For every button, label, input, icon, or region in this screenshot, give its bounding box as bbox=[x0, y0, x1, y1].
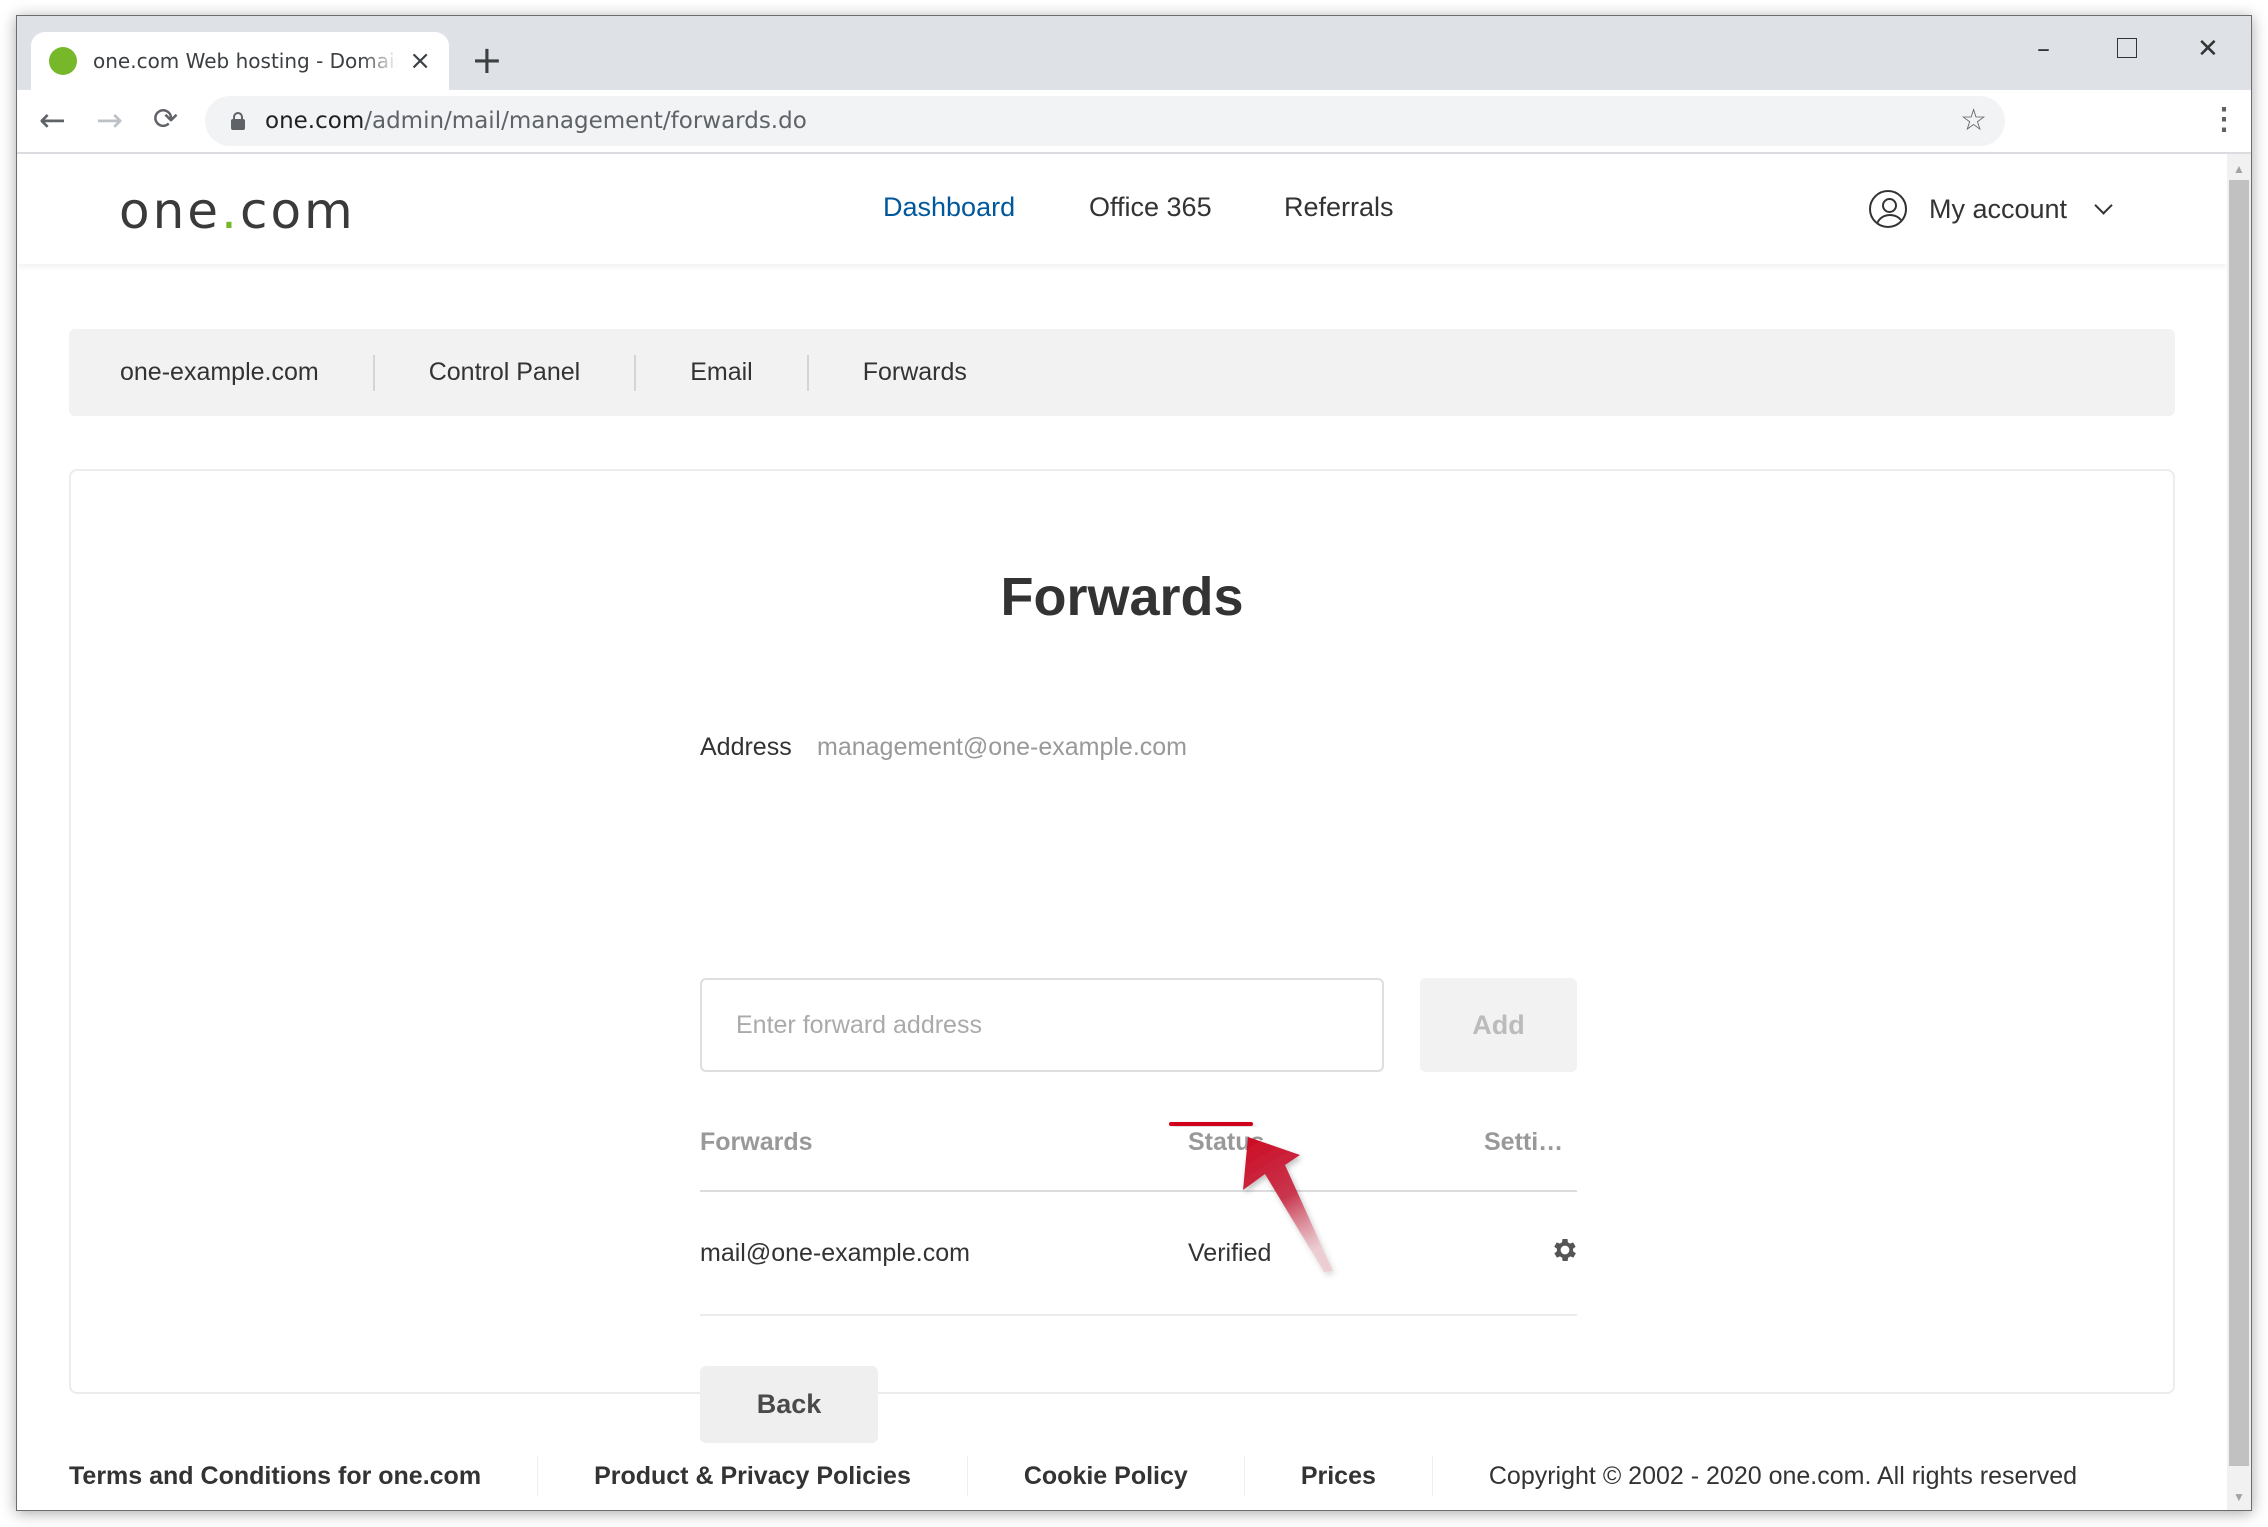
new-tab-button[interactable]: + bbox=[471, 40, 503, 80]
bookmark-star-icon[interactable]: ☆ bbox=[1960, 102, 1987, 140]
nav-office-365[interactable]: Office 365 bbox=[1089, 192, 1212, 223]
address-value: management@one-example.com bbox=[817, 733, 1188, 761]
user-avatar-icon bbox=[1869, 190, 1907, 228]
page-viewport: one.com Dashboard Office 365 Referrals M… bbox=[17, 154, 2227, 1510]
chevron-down-icon bbox=[2094, 195, 2113, 215]
breadcrumb-forwards: Forwards bbox=[862, 358, 967, 386]
address-label: Address bbox=[700, 733, 792, 761]
forward-address-input[interactable] bbox=[700, 978, 1384, 1072]
table-header-divider bbox=[700, 1190, 1577, 1192]
column-header-settings: Setti… bbox=[1484, 1128, 1564, 1156]
tab-close-icon[interactable]: × bbox=[409, 46, 431, 76]
back-button[interactable]: Back bbox=[700, 1366, 878, 1443]
maximize-button[interactable] bbox=[2117, 34, 2137, 65]
lock-icon[interactable] bbox=[231, 112, 245, 130]
tab-strip: one.com Web hosting - Domain × + – ✕ bbox=[17, 16, 2251, 90]
reload-icon[interactable]: ⟳ bbox=[153, 100, 178, 140]
column-header-status: Status bbox=[1188, 1128, 1265, 1156]
breadcrumb-control-panel[interactable]: Control Panel bbox=[429, 358, 580, 387]
table-row-divider bbox=[700, 1314, 1577, 1316]
favicon-icon bbox=[49, 47, 77, 75]
site-footer: Terms and Conditions for one.com Product… bbox=[69, 1454, 2077, 1498]
logo-text-one: one bbox=[119, 182, 222, 240]
forward-arrow-icon[interactable]: → bbox=[96, 100, 123, 140]
footer-copyright: Copyright © 2002 - 2020 one.com. All rig… bbox=[1488, 1461, 2078, 1490]
footer-separator bbox=[1243, 1456, 1245, 1496]
logo-dot: . bbox=[221, 182, 240, 240]
browser-tab[interactable]: one.com Web hosting - Domain × bbox=[31, 32, 449, 90]
breadcrumb-separator bbox=[372, 354, 375, 391]
minimize-button[interactable]: – bbox=[2037, 34, 2050, 64]
site-header: one.com Dashboard Office 365 Referrals M… bbox=[17, 154, 2227, 264]
browser-toolbar: ← → ⟳ one.com/admin/mail/management/forw… bbox=[17, 90, 2251, 154]
breadcrumb-domain[interactable]: one-example.com bbox=[120, 358, 319, 387]
my-account-menu[interactable]: My account bbox=[1869, 184, 2113, 234]
tab-title: one.com Web hosting - Domain bbox=[93, 49, 398, 73]
footer-privacy-link[interactable]: Product & Privacy Policies bbox=[594, 1462, 911, 1491]
breadcrumb-separator bbox=[806, 354, 809, 391]
url-path: /admin/mail/management/forwards.do bbox=[364, 108, 807, 134]
status-badge: Verified bbox=[1188, 1239, 1272, 1267]
onecom-logo[interactable]: one.com bbox=[119, 182, 356, 240]
scroll-down-arrow-icon[interactable]: ▼ bbox=[2233, 1490, 2245, 1504]
page-title: Forwards bbox=[1000, 567, 1244, 627]
close-window-button[interactable]: ✕ bbox=[2197, 34, 2219, 64]
footer-cookie-link[interactable]: Cookie Policy bbox=[1024, 1462, 1188, 1491]
scrollbar-thumb[interactable] bbox=[2229, 180, 2249, 1466]
nav-dashboard[interactable]: Dashboard bbox=[883, 192, 1015, 223]
column-header-forwards: Forwards bbox=[700, 1128, 813, 1156]
breadcrumb: one-example.com Control Panel Email Forw… bbox=[69, 329, 2175, 416]
footer-separator bbox=[537, 1456, 539, 1496]
scroll-up-arrow-icon[interactable]: ▲ bbox=[2233, 162, 2245, 176]
nav-referrals[interactable]: Referrals bbox=[1284, 192, 1394, 223]
maximize-icon bbox=[2117, 38, 2137, 58]
add-button[interactable]: Add bbox=[1420, 978, 1577, 1072]
footer-separator bbox=[966, 1456, 968, 1496]
url-text[interactable]: one.com/admin/mail/management/forwards.d… bbox=[265, 108, 807, 134]
back-arrow-icon[interactable]: ← bbox=[39, 100, 66, 140]
forward-email: mail@one-example.com bbox=[700, 1239, 970, 1267]
url-host: one.com bbox=[265, 108, 365, 134]
gear-icon[interactable] bbox=[1550, 1235, 1580, 1265]
breadcrumb-separator bbox=[634, 354, 637, 391]
footer-terms-link[interactable]: Terms and Conditions for one.com bbox=[69, 1462, 481, 1491]
browser-window: one.com Web hosting - Domain × + – ✕ ← →… bbox=[16, 15, 2252, 1511]
logo-text-com: com bbox=[239, 182, 356, 240]
browser-menu-icon[interactable]: ⋮ bbox=[2209, 100, 2239, 140]
forwards-card: Forwards Address management@one-example.… bbox=[69, 469, 2175, 1443]
footer-separator bbox=[1431, 1456, 1433, 1496]
vertical-scrollbar[interactable]: ▲ ▼ bbox=[2227, 154, 2251, 1510]
address-bar[interactable]: one.com/admin/mail/management/forwards.d… bbox=[205, 96, 2005, 146]
breadcrumb-email[interactable]: Email bbox=[690, 358, 753, 387]
my-account-label: My account bbox=[1929, 193, 2068, 224]
footer-prices-link[interactable]: Prices bbox=[1301, 1462, 1376, 1491]
